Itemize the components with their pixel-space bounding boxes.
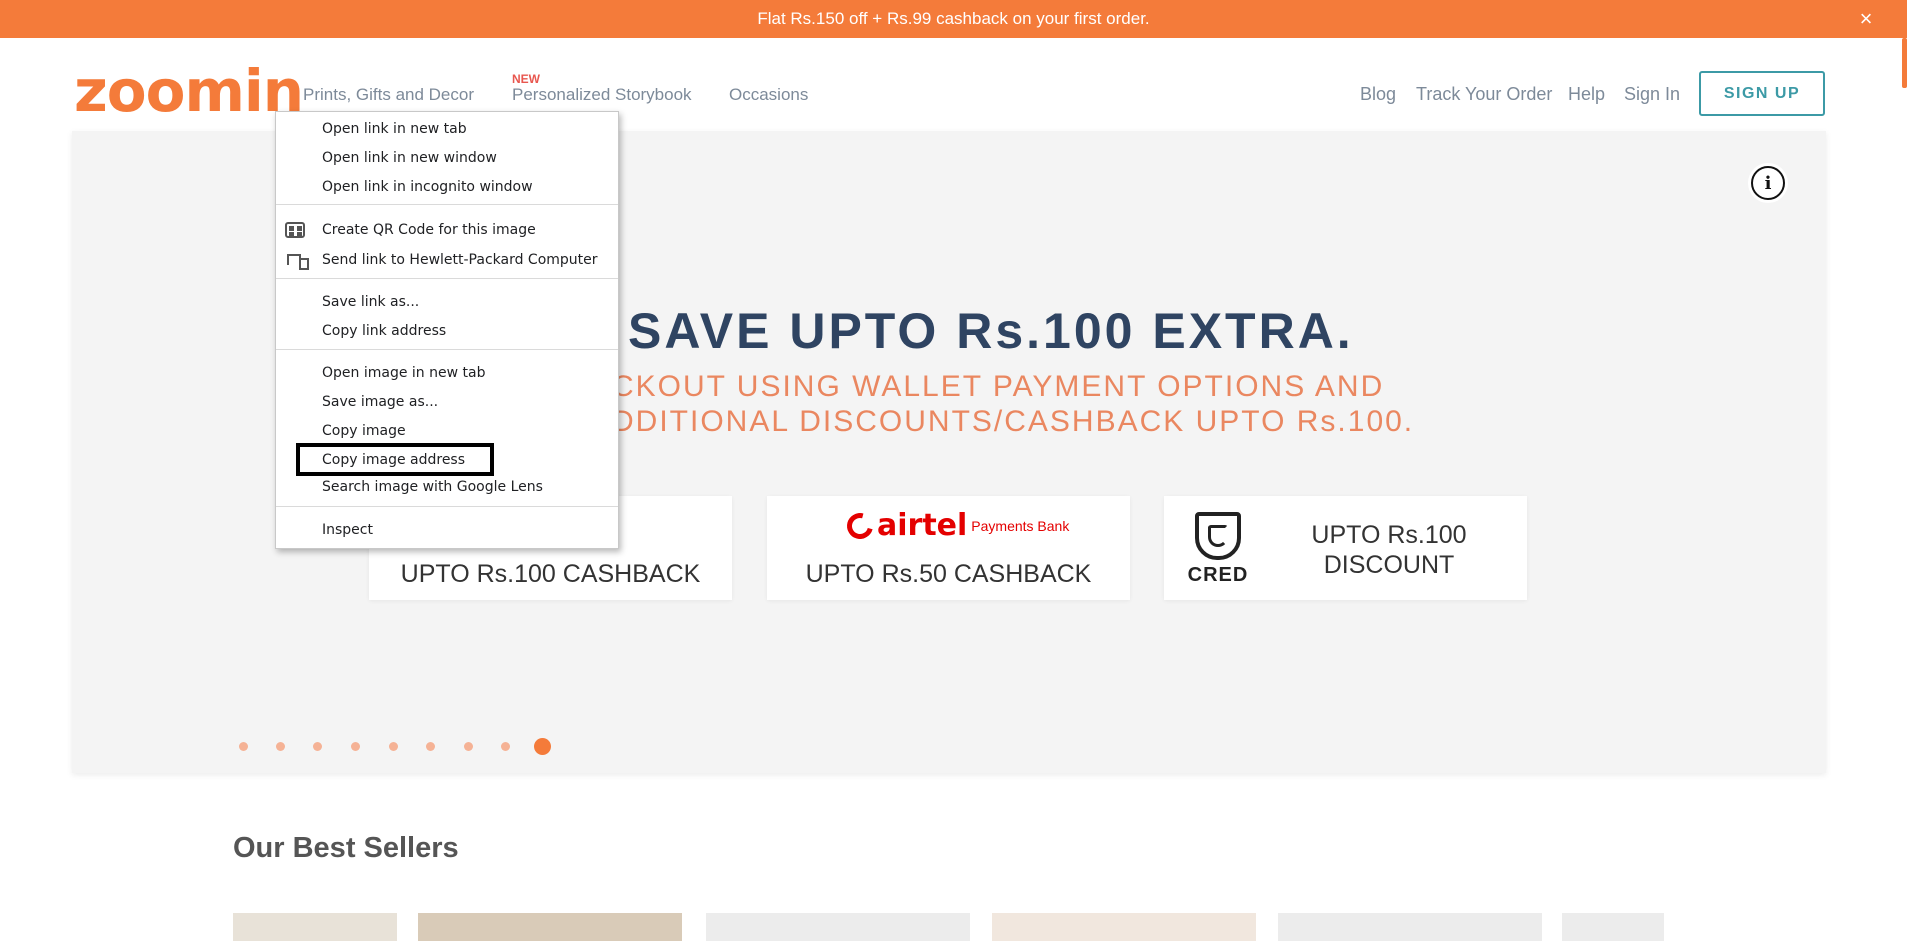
close-icon[interactable]: × [1855,8,1877,30]
carousel-dot[interactable] [464,742,473,751]
track-order-link[interactable]: Track Your Order [1416,84,1552,105]
scrollbar-thumb[interactable] [1902,38,1907,88]
airtel-swoosh-icon [842,508,878,544]
banner-subtitle-line1: CKOUT USING WALLET PAYMENT OPTIONS AND [612,370,1385,403]
product-thumbnail[interactable] [992,913,1256,941]
offer-text-line1: UPTO Rs.100 [1311,521,1467,549]
cred-wordmark: CRED [1187,564,1249,586]
menu-search-google-lens[interactable]: Search image with Google Lens [276,474,618,500]
carousel-dot[interactable] [239,742,248,751]
cred-logo: CRED [1186,512,1250,587]
info-icon[interactable]: i [1751,166,1785,200]
offer-text: UPTO Rs.100 DISCOUNT [1264,520,1514,580]
menu-item-label: Create QR Code for this image [322,222,536,238]
product-thumbnail[interactable] [233,913,397,941]
menu-open-image-new-tab[interactable]: Open image in new tab [276,360,618,386]
sign-up-button[interactable]: SIGN UP [1699,71,1825,116]
menu-copy-image[interactable]: Copy image [276,418,618,444]
offer-text: UPTO Rs.100 CASHBACK [400,560,701,588]
carousel-dot[interactable] [313,742,322,751]
menu-send-link-to-device[interactable]: Send link to Hewlett-Packard Computer [276,247,618,273]
nav-prints-gifts-decor[interactable]: Prints, Gifts and Decor [303,85,474,105]
menu-separator [276,278,618,279]
carousel-dot[interactable] [501,742,510,751]
menu-save-image-as[interactable]: Save image as... [276,389,618,415]
blog-link[interactable]: Blog [1360,84,1396,105]
best-sellers-title: Our Best Sellers [233,832,459,864]
banner-subtitle-line2: DDITIONAL DISCOUNTS/CASHBACK UPTO Rs.100… [612,405,1415,438]
menu-open-link-new-window[interactable]: Open link in new window [276,145,618,171]
qr-code-icon [285,222,305,238]
product-thumbnail[interactable] [1562,913,1664,941]
sign-in-link[interactable]: Sign In [1624,84,1680,105]
banner-headline: SAVE UPTO Rs.100 EXTRA. [628,303,1354,359]
product-thumbnail[interactable] [1278,913,1542,941]
airtel-logo: airtel Payments Bank [842,508,1070,544]
menu-separator [276,506,618,507]
offer-text-line2: DISCOUNT [1323,551,1455,579]
cred-shield-icon [1195,512,1241,560]
carousel-dot-active[interactable] [534,738,551,755]
carousel-dot[interactable] [389,742,398,751]
offer-card-airtel: airtel Payments Bank UPTO Rs.50 CASHBACK [767,496,1130,600]
menu-separator [276,349,618,350]
device-icon [287,254,309,270]
menu-save-link-as[interactable]: Save link as... [276,289,618,315]
carousel-dot[interactable] [351,742,360,751]
zoomin-logo[interactable]: zoomin [74,62,304,120]
product-thumbnail[interactable] [418,913,682,941]
carousel-dot[interactable] [276,742,285,751]
carousel-dot[interactable] [426,742,435,751]
new-badge: NEW [512,72,540,86]
menu-item-label: Send link to Hewlett-Packard Computer [322,252,598,268]
help-link[interactable]: Help [1568,84,1605,105]
menu-open-link-new-tab[interactable]: Open link in new tab [276,116,618,142]
context-menu: Open link in new tab Open link in new wi… [275,111,619,549]
nav-personalized-storybook[interactable]: Personalized Storybook [512,85,692,105]
promo-bar: Flat Rs.150 off + Rs.99 cashback on your… [0,0,1907,38]
airtel-payments-bank: Payments Bank [971,518,1070,534]
promo-text: Flat Rs.150 off + Rs.99 cashback on your… [757,9,1150,28]
airtel-wordmark: airtel [877,508,968,543]
offer-text: UPTO Rs.50 CASHBACK [805,560,1092,588]
menu-inspect[interactable]: Inspect [276,517,618,543]
nav-occasions[interactable]: Occasions [729,85,808,105]
menu-open-link-incognito[interactable]: Open link in incognito window [276,174,618,200]
menu-copy-image-address[interactable]: Copy image address [276,447,618,473]
menu-copy-link-address[interactable]: Copy link address [276,318,618,344]
menu-separator [276,204,618,205]
page: Flat Rs.150 off + Rs.99 cashback on your… [0,0,1907,941]
menu-create-qr-code[interactable]: Create QR Code for this image [276,217,618,243]
product-thumbnail[interactable] [706,913,970,941]
offer-card-cred: CRED UPTO Rs.100 DISCOUNT [1164,496,1527,600]
